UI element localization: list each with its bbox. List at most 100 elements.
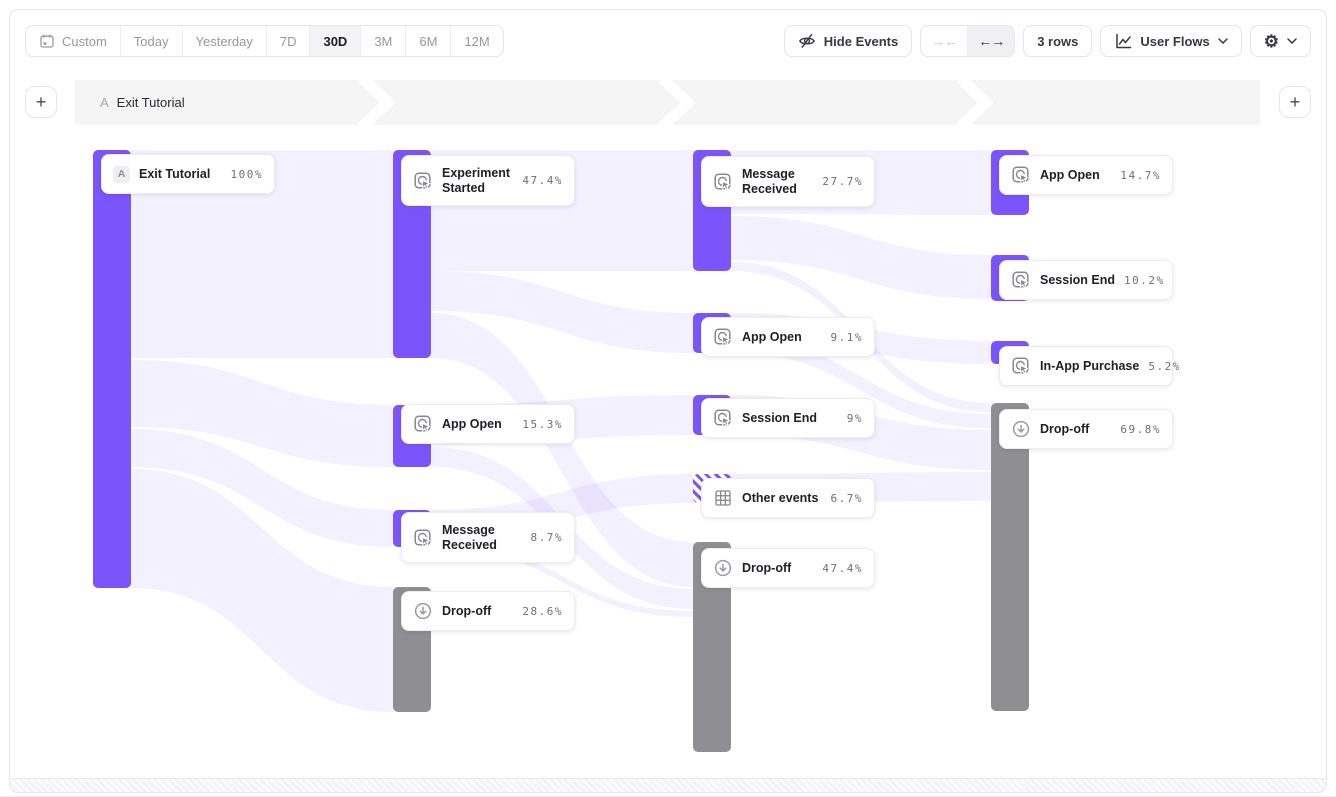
settings-button[interactable]: ⚙	[1250, 25, 1311, 57]
flow-node-label: Message Received	[742, 167, 813, 197]
hide-events-button[interactable]: Hide Events	[784, 25, 912, 57]
flow-node-percent: 5.2%	[1148, 360, 1181, 373]
date-range-label: 6M	[419, 34, 437, 49]
flow-node-percent: 6.7%	[831, 492, 864, 505]
flow-node-card[interactable]: Message Received 27.7%	[701, 156, 875, 207]
flow-link-ribbon	[731, 216, 991, 299]
date-range-label: Today	[134, 34, 169, 49]
add-step-left-button[interactable]: +	[25, 86, 57, 118]
rows-label: 3 rows	[1037, 34, 1078, 49]
flow-node-percent: 15.3%	[522, 418, 563, 431]
event-icon	[713, 327, 733, 347]
flow-node-label: In-App Purchase	[1040, 359, 1139, 374]
flow-node-label: Session End	[742, 411, 817, 426]
toolbar: Custom Today Yesterday 7D 30D 3M 6M 12M …	[25, 25, 1311, 57]
drop-off-icon	[713, 558, 733, 578]
chevron-down-icon	[1287, 38, 1297, 44]
flow-node-card[interactable]: Drop-off 69.8%	[999, 409, 1173, 449]
flow-node-label: Drop-off	[1040, 422, 1089, 437]
date-range-label: Custom	[62, 34, 107, 49]
flow-node-card[interactable]: Experiment Started 47.4%	[401, 155, 575, 206]
user-flows-app: A Exit Tutorial 100% Experiment Started 47.4…	[0, 0, 1336, 797]
flow-node-card[interactable]: Drop-off 47.4%	[701, 548, 875, 588]
event-icon	[413, 528, 433, 548]
date-range-12m[interactable]: 12M	[451, 26, 502, 56]
flow-node-card[interactable]: Session End 10.2%	[999, 260, 1173, 300]
flow-node-card[interactable]: Session End 9%	[701, 398, 875, 438]
flow-node-card[interactable]: App Open 14.7%	[999, 155, 1173, 195]
event-icon	[1011, 270, 1031, 290]
date-range-selector: Custom Today Yesterday 7D 30D 3M 6M 12M	[25, 25, 504, 57]
date-range-yesterday[interactable]: Yesterday	[183, 26, 267, 56]
event-icon	[413, 171, 433, 191]
calendar-icon	[39, 33, 55, 49]
flow-node-label: Other events	[742, 491, 818, 506]
flow-node-label: Drop-off	[742, 561, 791, 576]
flow-ribbons-layer	[0, 0, 1336, 797]
date-range-today[interactable]: Today	[121, 26, 183, 56]
date-range-label: 30D	[323, 34, 347, 49]
sankey-stage: A Exit Tutorial 100% Experiment Started 47.4…	[0, 0, 1336, 797]
flow-node-bar[interactable]	[93, 150, 131, 588]
chart-icon	[1114, 32, 1132, 50]
width-toggle: →← ←→	[920, 25, 1015, 57]
flow-node-label: Experiment Started	[442, 166, 513, 196]
add-step-right-button[interactable]: +	[1279, 86, 1311, 118]
date-range-6m[interactable]: 6M	[406, 26, 451, 56]
flow-node-percent: 47.4%	[822, 562, 863, 575]
event-icon	[413, 414, 433, 434]
flow-node-percent: 47.4%	[522, 174, 563, 187]
hide-events-label: Hide Events	[824, 34, 898, 49]
chevron-down-icon	[1218, 38, 1228, 44]
event-icon	[713, 172, 733, 192]
step-letter-badge: A	[113, 166, 130, 183]
footer-scroll-strip	[10, 778, 1326, 792]
flow-node-percent: 69.8%	[1120, 423, 1161, 436]
date-range-label: 7D	[280, 34, 297, 49]
view-selector-label: User Flows	[1140, 34, 1209, 49]
flow-node-percent: 28.6%	[522, 605, 563, 618]
flow-node-label: Message Received	[442, 523, 522, 553]
date-range-label: 3M	[374, 34, 392, 49]
flow-node-card[interactable]: Drop-off 28.6%	[401, 591, 575, 631]
flow-node-label: App Open	[1040, 168, 1100, 183]
rows-button[interactable]: 3 rows	[1023, 25, 1092, 57]
view-selector-button[interactable]: User Flows	[1100, 25, 1241, 57]
eye-off-icon	[798, 32, 816, 50]
flow-node-percent: 8.7%	[531, 531, 564, 544]
flow-node-bar[interactable]	[991, 403, 1029, 711]
flow-node-card[interactable]: Message Received 8.7%	[401, 512, 575, 563]
event-icon	[1011, 165, 1031, 185]
flow-node-label: Exit Tutorial	[139, 167, 210, 182]
flow-node-percent: 10.2%	[1124, 274, 1165, 287]
flow-node-card[interactable]: A Exit Tutorial 100%	[101, 154, 275, 194]
flow-node-card[interactable]: Other events 6.7%	[701, 478, 875, 518]
event-icon	[1011, 356, 1031, 376]
date-range-custom[interactable]: Custom	[26, 26, 121, 56]
collapse-columns-button[interactable]: →←	[921, 26, 968, 56]
other-events-icon	[713, 488, 733, 508]
flow-node-label: App Open	[442, 417, 502, 432]
drop-off-icon	[413, 601, 433, 621]
flow-node-percent: 27.7%	[822, 175, 863, 188]
date-range-7d[interactable]: 7D	[267, 26, 311, 56]
flow-node-label: Drop-off	[442, 604, 491, 619]
flow-node-percent: 100%	[231, 168, 264, 181]
toolbar-right: Hide Events →← ←→ 3 rows User Flows ⚙	[784, 25, 1311, 57]
flow-node-percent: 9%	[847, 412, 863, 425]
event-icon	[713, 408, 733, 428]
date-range-30d[interactable]: 30D	[310, 26, 361, 56]
date-range-label: 12M	[464, 34, 489, 49]
date-range-3m[interactable]: 3M	[361, 26, 406, 56]
flow-node-percent: 14.7%	[1120, 169, 1161, 182]
flow-node-card[interactable]: App Open 9.1%	[701, 317, 875, 357]
date-range-label: Yesterday	[196, 34, 253, 49]
gear-icon: ⚙	[1264, 33, 1279, 50]
expand-columns-button[interactable]: ←→	[968, 26, 1014, 56]
flow-node-label: Session End	[1040, 273, 1115, 288]
flow-node-card[interactable]: In-App Purchase5.2%	[999, 346, 1173, 386]
flow-node-label: App Open	[742, 330, 802, 345]
flow-node-card[interactable]: App Open 15.3%	[401, 404, 575, 444]
drop-off-icon	[1011, 419, 1031, 439]
flow-node-percent: 9.1%	[831, 331, 864, 344]
